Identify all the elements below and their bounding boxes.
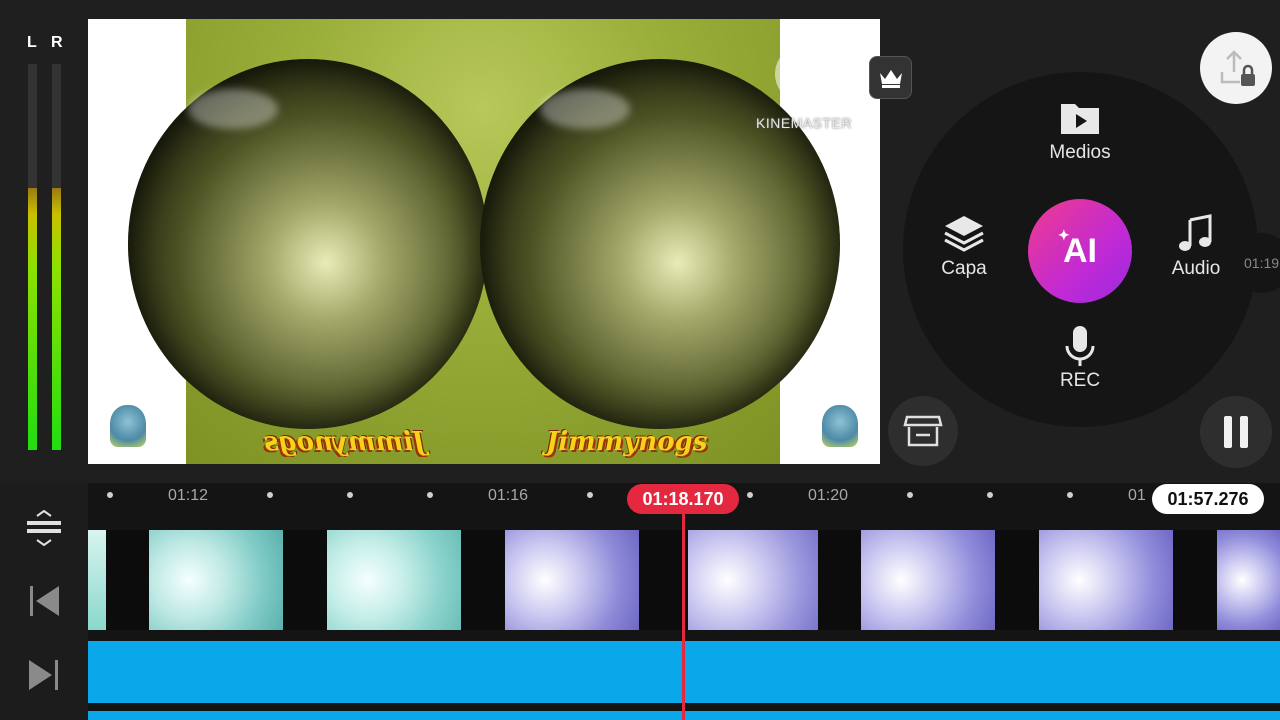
ruler-dot	[747, 492, 753, 498]
jump-to-start-button[interactable]	[24, 581, 64, 621]
premium-crown-button[interactable]	[869, 56, 912, 99]
ruler-dot	[267, 492, 273, 498]
ruler-dot	[427, 492, 433, 498]
export-lock-icon	[1220, 50, 1255, 86]
playhead-line[interactable]	[682, 514, 685, 720]
ruler-dot	[107, 492, 113, 498]
jump-to-end-button[interactable]	[24, 655, 64, 695]
crown-icon	[879, 69, 902, 88]
clip-thumbnail	[505, 530, 639, 630]
media-label: Medios	[1049, 142, 1111, 163]
ruler-dot	[347, 492, 353, 498]
pause-button[interactable]	[1200, 396, 1272, 468]
clip-thumbnail	[861, 530, 995, 630]
jump-to-start-icon	[30, 586, 59, 616]
pause-icon	[1224, 416, 1248, 448]
expand-timeline-icon	[27, 509, 61, 547]
ruler-tick-label: 01:16	[488, 487, 529, 504]
asset-store-icon	[903, 415, 943, 447]
ruler-tick-label: 01:20	[808, 487, 849, 504]
jump-to-end-icon	[29, 660, 58, 690]
total-duration: 01:57.276	[1152, 484, 1264, 514]
clip-thumbnail	[688, 530, 818, 630]
media-folder-icon	[1061, 104, 1099, 134]
clip-thumbnail	[327, 530, 461, 630]
microphone-icon	[1065, 326, 1095, 366]
video-preview[interactable]: Jimmynogs Jimmynogs K KINEMASTER	[88, 19, 880, 464]
layer-button[interactable]: Capa	[909, 214, 1019, 280]
sparkle-icon: ✦	[1058, 227, 1070, 243]
mode-wheel: Medios Capa ✦ AI Audio REC	[903, 72, 1258, 427]
kinemaster-logo: K	[775, 45, 833, 103]
playhead-time[interactable]: 01:18.170	[627, 484, 739, 514]
video-orb-left	[128, 59, 488, 429]
ruler-dot	[907, 492, 913, 498]
kinemaster-watermark[interactable]: K KINEMASTER	[752, 45, 856, 131]
rec-label: REC	[1059, 370, 1101, 391]
audio-label: Audio	[1171, 258, 1221, 279]
expand-timeline-button[interactable]	[24, 509, 64, 549]
asset-store-button[interactable]	[888, 396, 958, 466]
layers-icon	[944, 216, 984, 252]
rec-button[interactable]: REC	[1025, 326, 1135, 392]
video-caption: Jimmynogs	[546, 427, 708, 457]
clip-thumbnail	[149, 530, 283, 630]
ruler-dot	[987, 492, 993, 498]
kinemaster-watermark-text: KINEMASTER	[755, 115, 852, 131]
ai-button[interactable]: ✦ AI	[1028, 199, 1132, 303]
clip-thumbnail	[88, 530, 106, 630]
meter-right-label: R	[51, 34, 63, 51]
media-button[interactable]: Medios	[1025, 98, 1135, 164]
ruler-dot	[587, 492, 593, 498]
video-figure-right	[822, 405, 858, 447]
meter-left-label: L	[27, 34, 37, 51]
meter-left-bar	[28, 64, 37, 450]
meter-right-fill	[52, 187, 61, 450]
timeline-side-panel	[0, 483, 88, 720]
layer-label: Capa	[941, 258, 987, 279]
video-caption-mirrored: Jimmynogs	[264, 427, 426, 457]
ruler-tick-label: 01:12	[168, 487, 209, 504]
music-note-icon	[1179, 214, 1212, 251]
clip-thumbnail	[1039, 530, 1173, 630]
meter-left-fill	[28, 187, 37, 450]
audio-level-meters: L R	[22, 34, 72, 454]
video-figure-left	[110, 405, 146, 447]
ruler-tick-label: 01	[1128, 487, 1146, 504]
export-button[interactable]	[1200, 32, 1272, 104]
clip-thumbnail	[1217, 530, 1280, 630]
ruler-dot	[1067, 492, 1073, 498]
meter-right-bar	[52, 64, 61, 450]
